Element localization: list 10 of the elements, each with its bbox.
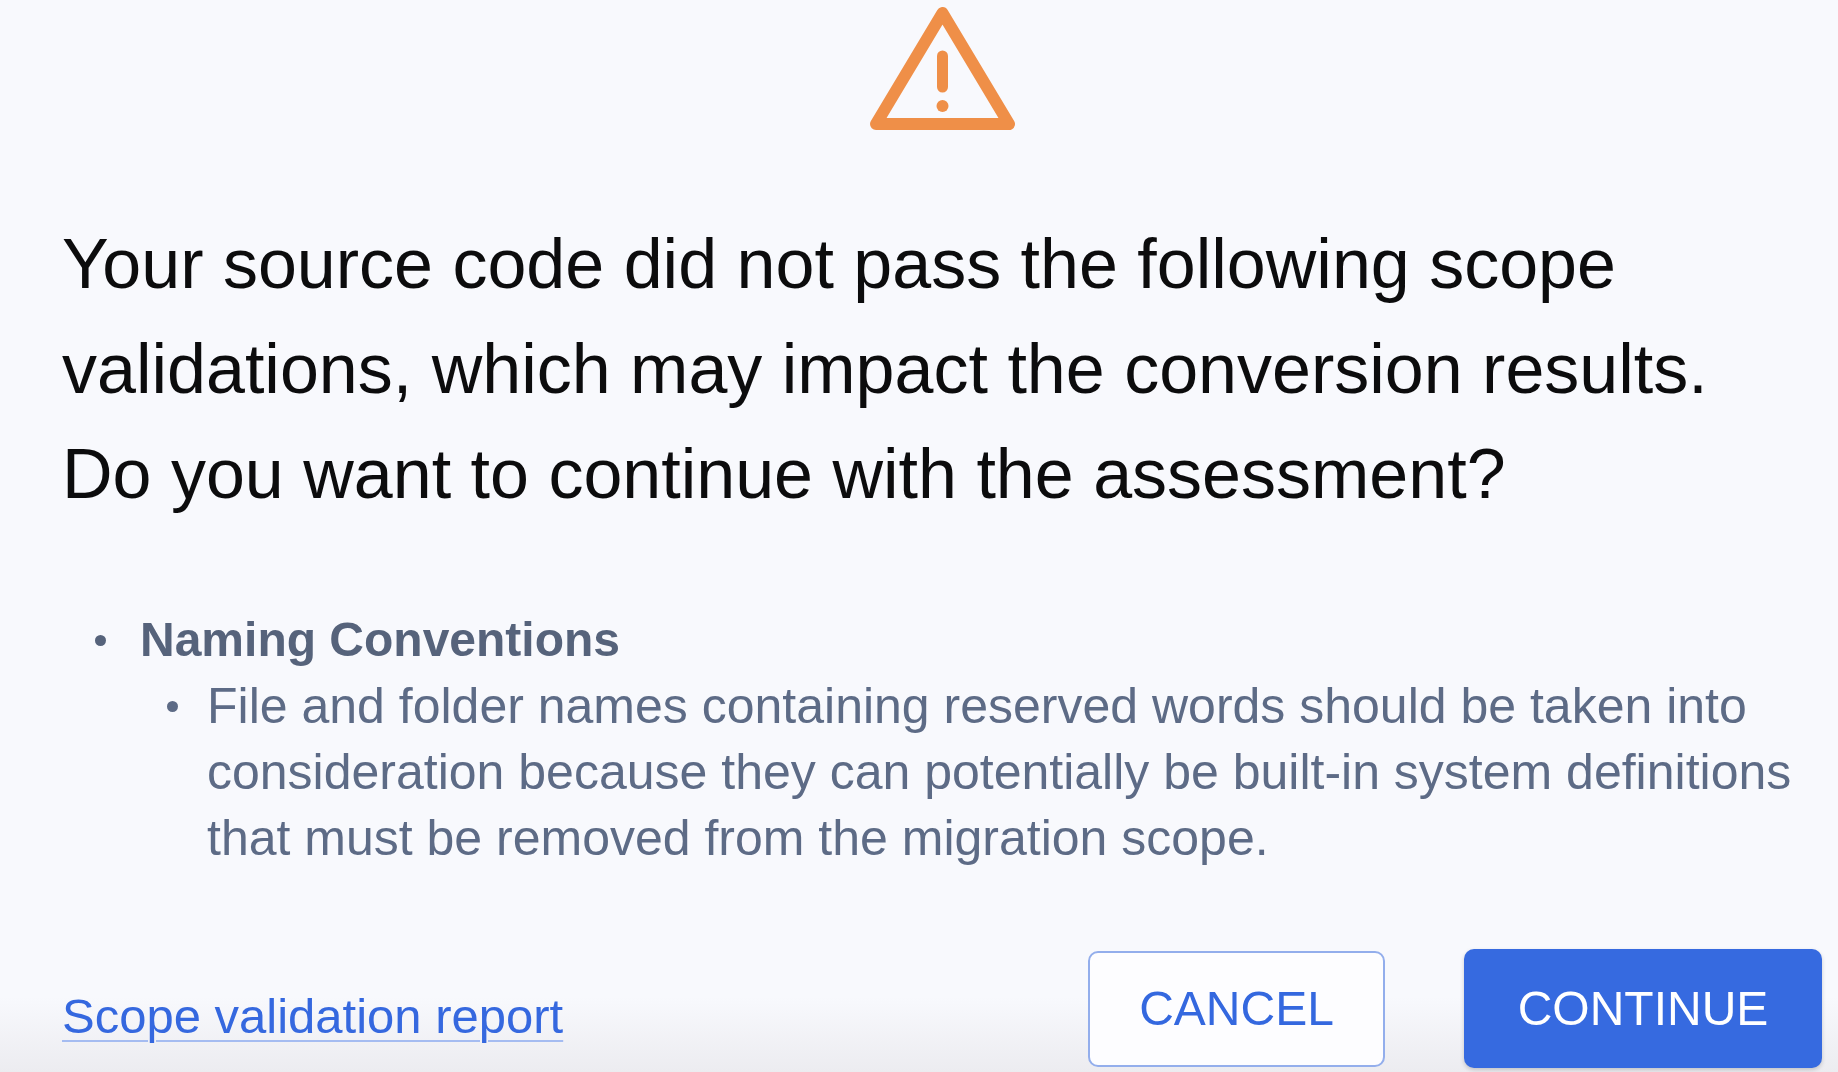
bullet-icon	[95, 634, 106, 646]
report-link[interactable]: Scope validation report	[62, 987, 564, 1045]
validation-title: Naming Conventions	[140, 612, 622, 668]
message-text: Your source code did not pass the following scope validations, which may impact the conversion results.	[62, 224, 1709, 410]
bullet-icon	[167, 700, 178, 712]
cancel-button[interactable]: CANCEL	[1088, 951, 1385, 1067]
continue-button[interactable]: CONTINUE	[1464, 949, 1822, 1068]
warning-icon	[869, 7, 1015, 130]
validation-description: File and folder names containing reserved words should be taken into consideration because they can potentially be built-in system definitions that must be removed from the migration scope.	[207, 677, 1793, 868]
question-text: Do you want to continue with the assessment?	[62, 434, 1507, 515]
